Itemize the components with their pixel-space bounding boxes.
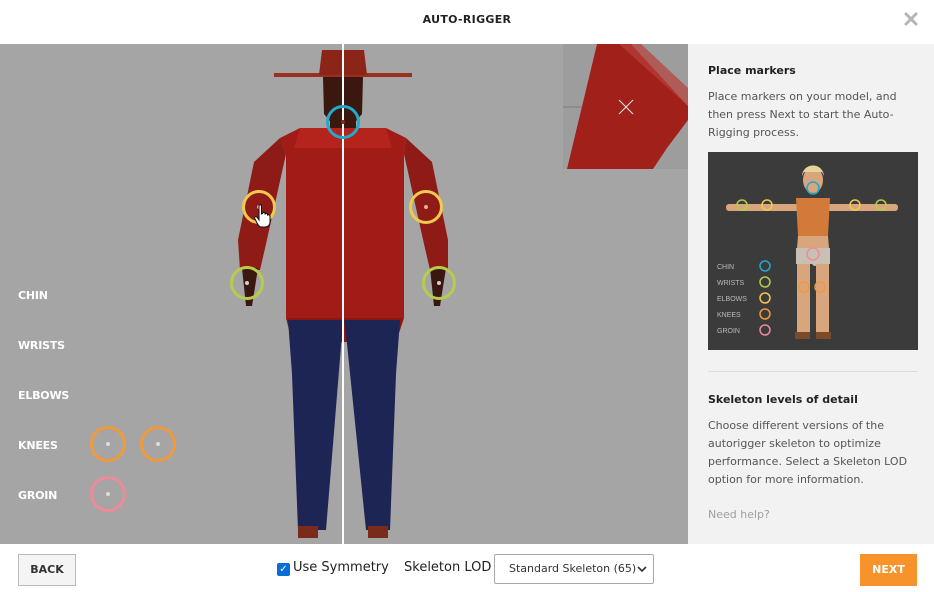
lod-text: Choose different versions of the autorig…: [708, 419, 908, 486]
chevron-down-icon: [637, 566, 647, 573]
place-markers-heading: Place markers: [708, 64, 796, 77]
dialog-footer: BACK ✓ Use Symmetry Skeleton LOD Standard…: [0, 544, 934, 592]
knee-marker-right[interactable]: [140, 426, 176, 462]
symmetry-label: Use Symmetry: [293, 560, 389, 575]
ref-label-knees: KNEES: [717, 312, 741, 319]
marker-label-chin: CHIN: [18, 289, 48, 302]
dialog-title: AUTO-RIGGER: [422, 13, 512, 26]
lod-heading: Skeleton levels of detail: [708, 393, 858, 406]
dialog-header: AUTO-RIGGER: [0, 0, 934, 44]
back-button[interactable]: BACK: [18, 554, 76, 586]
help-link[interactable]: Need help?: [708, 508, 770, 521]
chin-marker[interactable]: [326, 105, 360, 139]
model-viewport[interactable]: CHIN WRISTS ELBOWS KNEES GROIN: [0, 44, 688, 544]
lod-select[interactable]: Standard Skeleton (65): [494, 554, 654, 584]
wrist-marker-right[interactable]: [422, 266, 456, 300]
ref-label-groin: GROIN: [717, 328, 740, 335]
reference-image: CHIN WRISTS ELBOWS KNEES GROIN: [708, 152, 918, 350]
auto-rigger-dialog: AUTO-RIGGER CHIN WRISTS ELBOWS KNEES GRO…: [0, 0, 934, 592]
ref-label-elbows: ELBOWS: [717, 296, 747, 303]
wrist-marker-left[interactable]: [230, 266, 264, 300]
reference-figure: CHIN WRISTS ELBOWS KNEES GROIN: [717, 165, 898, 339]
symmetry-toggle[interactable]: ✓ Use Symmetry: [277, 560, 389, 576]
close-icon[interactable]: [904, 12, 918, 26]
instructions-panel: Place markers Place markers on your mode…: [688, 44, 934, 544]
lod-select-value: Standard Skeleton (65): [509, 562, 637, 575]
ref-label-chin: CHIN: [717, 264, 734, 271]
marker-label-wrists: WRISTS: [18, 339, 65, 352]
mini-view[interactable]: [563, 44, 688, 169]
marker-label-elbows: ELBOWS: [18, 389, 70, 402]
lod-label: Skeleton LOD: [404, 560, 492, 575]
checkbox-checked-icon[interactable]: ✓: [277, 563, 290, 576]
panel-divider: [708, 371, 918, 372]
groin-marker[interactable]: [90, 476, 126, 512]
next-button[interactable]: NEXT: [860, 554, 917, 586]
hand-cursor-icon: [254, 204, 271, 228]
marker-label-knees: KNEES: [18, 439, 58, 452]
ref-label-wrists: WRISTS: [717, 280, 745, 287]
place-markers-text: Place markers on your model, and then pr…: [708, 90, 897, 139]
marker-label-groin: GROIN: [18, 489, 58, 502]
elbow-marker-right[interactable]: [409, 190, 443, 224]
knee-marker-left[interactable]: [90, 426, 126, 462]
